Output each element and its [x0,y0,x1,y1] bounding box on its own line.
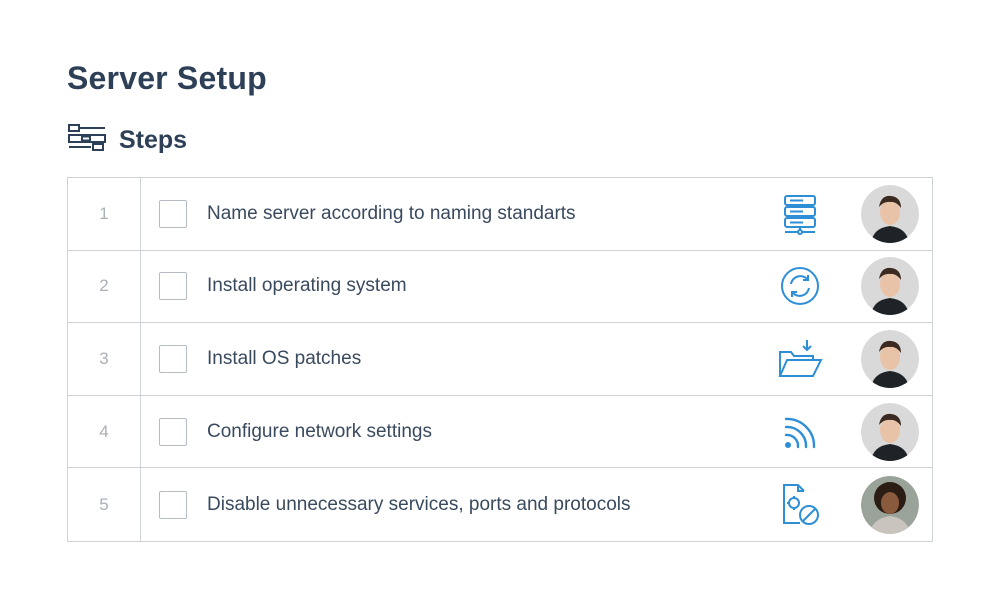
step-label: Disable unnecessary services, ports and … [207,493,631,515]
step-number: 5 [68,468,141,541]
step-number: 2 [68,250,141,323]
sync-icon [775,261,825,311]
step-number: 1 [68,178,141,250]
page-title: Server Setup [67,60,267,96]
step-label: Name server according to naming standart… [207,202,576,224]
step-row: 3 Install OS patches [68,323,932,396]
avatar [861,475,919,534]
step-label: Install OS patches [207,347,362,369]
avatar [861,402,919,461]
step-checkbox[interactable] [159,344,187,373]
step-number: 4 [68,395,141,468]
avatar [861,257,919,316]
section-title: Steps [119,125,188,154]
steps-table: 1 Name server according to naming standa… [67,177,933,542]
step-label: Install operating system [207,275,407,297]
disable-settings-icon [775,480,825,530]
step-checkbox[interactable] [159,272,187,301]
avatar [861,184,919,243]
step-checkbox[interactable] [159,490,187,519]
step-label: Configure network settings [207,420,432,442]
step-checkbox[interactable] [159,417,187,446]
step-row: 1 Name server according to naming standa… [68,178,932,251]
step-row: 4 Configure network settings [68,395,932,469]
network-signal-icon [775,407,825,457]
step-checkbox[interactable] [159,199,187,228]
folder-download-icon [775,334,825,384]
workflow-steps-icon [67,123,107,158]
step-row: 5 Disable unnecessary services, ports an… [68,468,932,541]
step-number: 3 [68,323,141,395]
server-icon [775,189,825,239]
section-header: Steps [67,122,187,158]
avatar [861,329,919,388]
step-row: 2 Install operating system [68,250,932,324]
